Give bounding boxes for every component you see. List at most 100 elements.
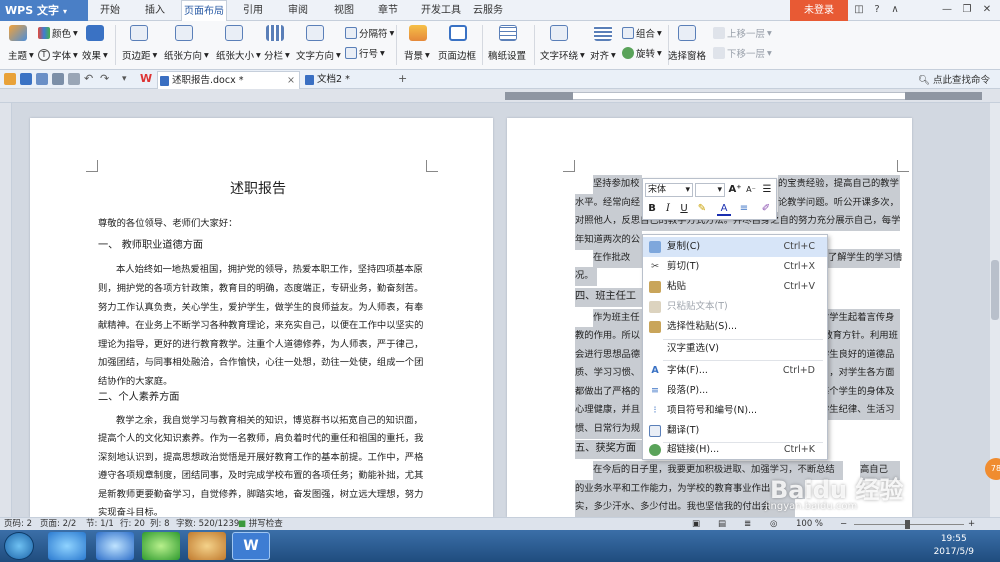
close-icon[interactable]: ✕ [980,3,994,17]
font-name-select[interactable]: 宋体 ▾ [645,183,693,197]
selection-pane-button[interactable]: 选择窗格 [668,48,706,62]
font-size-select[interactable]: ▾ [695,183,725,197]
tab-cloud[interactable]: 云服务 [471,0,505,21]
tab-home[interactable]: 开始 [98,0,122,21]
background-button[interactable]: 背景 ▾ [404,48,430,63]
open-icon[interactable] [4,73,16,85]
sogou-icon[interactable] [96,532,134,560]
tab-developer[interactable]: 开发工具 [419,0,463,21]
underline-button[interactable]: U [677,202,691,216]
maximize-icon[interactable]: ❐ [960,3,974,17]
paragraph-line: 对学生起着言传身 [820,309,900,328]
ribbon-divider [482,25,483,65]
group-button[interactable]: 组合 ▾ [622,26,662,40]
zoom-slider-thumb[interactable] [905,520,910,529]
font-theme-icon: T [38,49,50,61]
menu-item-paragraph[interactable]: ≡ 段落(P)... [643,381,827,401]
font-color-icon[interactable]: A [717,202,731,216]
font-icon: A [651,365,659,376]
wps-writer-taskbar-icon[interactable]: W [232,532,270,560]
scrollbar-thumb[interactable] [991,260,999,320]
align-button[interactable]: 对齐 ▾ [590,48,616,63]
paragraph-line: 努力工作认真负责，关心学生，爱护学生，做学生的良师益友。为人师表，有奉 [98,302,424,313]
shrink-font-icon[interactable]: A⁻ [744,183,758,197]
line-spacing-icon[interactable]: ☰ [760,183,774,197]
tab-insert[interactable]: 插入 [143,0,167,21]
menu-item-reconvert[interactable]: 汉字重选(V) [643,339,827,359]
menu-item-bullets[interactable]: ⁝ 项目符号和编号(N)... [643,401,827,421]
collapse-ribbon-icon[interactable]: ∧ [888,3,902,17]
tab-references[interactable]: 引用 [241,0,265,21]
bring-forward-button[interactable]: 上移一层 ▾ [713,26,772,40]
browser-360-icon[interactable] [142,532,180,560]
tab-chapter[interactable]: 章节 [376,0,400,21]
theme-button[interactable]: 主题 ▾ [8,48,34,63]
effects-button[interactable]: 效果 ▾ [82,48,108,63]
paragraph-line: 年知道两次的公 [575,231,642,250]
grow-font-icon[interactable]: A⁺ [728,183,742,197]
page-border-button[interactable]: 页面边框 [438,48,476,62]
italic-button[interactable]: I [661,202,675,216]
format-painter-icon[interactable] [68,73,80,85]
save-icon[interactable] [20,73,32,85]
tab-close-icon[interactable]: × [287,72,295,90]
paint-icon[interactable] [188,532,226,560]
tab-page-layout[interactable]: 页面布局 [181,0,227,21]
skin-icon[interactable]: ◫ [852,3,866,17]
manuscript-button[interactable]: 稿纸设置 [488,48,526,62]
print-icon[interactable] [52,73,64,85]
ie-browser-icon[interactable] [48,532,86,560]
app-menu-button[interactable]: WPS 文字 ▾ [0,0,88,21]
colors-button[interactable]: 颜色 ▾ [38,26,78,40]
minimize-icon[interactable]: — [940,3,954,17]
menu-item-hyperlink[interactable]: 超链接(H)... Ctrl+K [643,440,827,460]
page-title: 述职报告 [230,181,286,197]
start-button[interactable] [4,532,34,560]
horizontal-ruler[interactable] [0,89,1000,103]
login-button[interactable]: 未登录 [790,0,848,21]
menu-item-paste-text-only[interactable]: 只粘贴文本(T) [643,297,827,317]
tab-view[interactable]: 视图 [332,0,356,21]
customize-chevron-icon[interactable]: ▾ [122,73,134,85]
separator-button[interactable]: 分隔符 ▾ [345,26,394,40]
hyperlink-icon [649,444,661,456]
columns-button[interactable]: 分栏 ▾ [264,48,290,63]
undo-icon[interactable]: ↶ [84,73,96,85]
redo-icon[interactable]: ↷ [100,73,112,85]
highlight-icon[interactable]: ✎ [695,202,709,216]
align-center-icon[interactable]: ≡ [737,202,751,216]
paper-size-button[interactable]: 纸张大小 ▾ [216,48,261,63]
fonts-button[interactable]: T 字体 ▾ [38,48,78,62]
system-clock[interactable]: 19:55 2017/5/9 [934,533,974,559]
text-wrap-button[interactable]: 文字环绕 ▾ [540,48,585,63]
doc-tab-doc2[interactable]: 文档2 * [303,71,393,89]
print-preview-icon[interactable] [36,73,48,85]
menu-item-copy[interactable]: 复制(C) Ctrl+C [643,237,827,257]
rotate-button[interactable]: 旋转 ▾ [622,46,662,60]
bold-button[interactable]: B [645,202,659,216]
text-direction-button[interactable]: 文字方向 ▾ [296,48,341,63]
vertical-scrollbar[interactable] [990,103,1000,517]
document-page-1[interactable]: 述职报告 尊敬的各位领导、老师们大家好： 一、 教师职业道德方面 本人始终如一地… [30,118,493,518]
line-numbers-button[interactable]: 行号 ▾ [345,46,385,60]
doc-tab-report[interactable]: 述职报告.docx * × [157,71,300,89]
margins-button[interactable]: 页边距 ▾ [122,48,157,63]
paragraph-line: 了解学生的学习情 [828,249,902,268]
menu-item-font[interactable]: A 字体(F)... Ctrl+D [643,361,827,381]
menu-item-cut[interactable]: ✂ 剪切(T) Ctrl+X [643,257,827,277]
find-command-box[interactable]: 🔍︎ 点此查找命令 [918,72,990,86]
ribbon-page-layout: 主题 ▾ 颜色 ▾ T 字体 ▾ 效果 ▾ 页边距 ▾ 纸张方向 ▾ 纸张大小 ▾ 分栏 ▾ 文字… [0,21,1000,70]
help-icon[interactable]: ? [870,3,884,17]
check-icon: ■ [238,519,247,529]
ribbon-divider [115,25,116,65]
menu-item-paste-special[interactable]: 选择性粘贴(S)... [643,317,827,337]
tab-review[interactable]: 审阅 [286,0,310,21]
orientation-button[interactable]: 纸张方向 ▾ [164,48,209,63]
send-backward-button[interactable]: 下移一层 ▾ [713,46,772,60]
notification-badge[interactable]: 78 [985,458,1000,480]
menu-item-translate[interactable]: 翻译(T) [643,421,827,441]
new-tab-icon[interactable]: + [398,73,410,85]
vertical-ruler[interactable] [0,103,12,517]
menu-item-paste[interactable]: 粘贴 Ctrl+V [643,277,827,297]
format-painter-icon[interactable]: ✐ [759,202,773,216]
